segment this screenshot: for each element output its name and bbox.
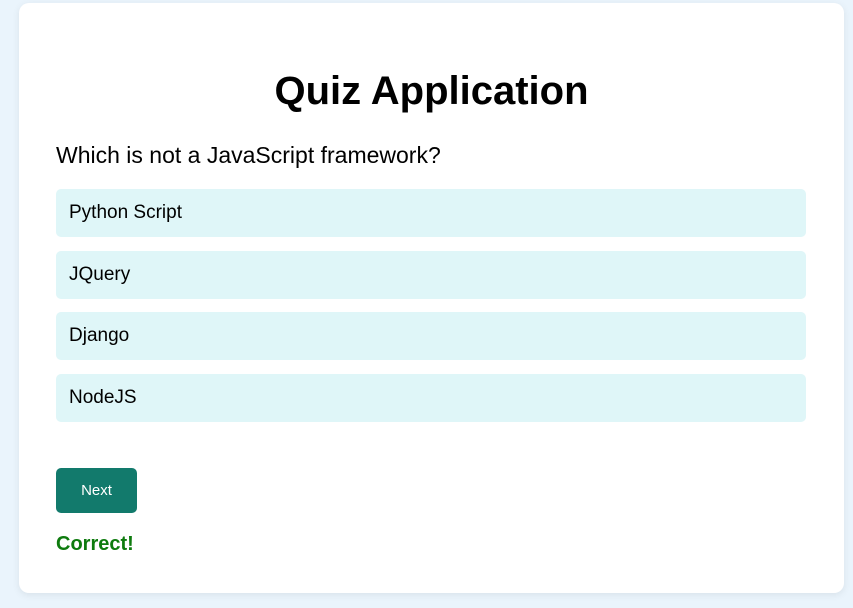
quiz-card: Quiz Application Which is not a JavaScri…	[19, 3, 844, 593]
answer-option-nodejs[interactable]: NodeJS	[56, 373, 806, 422]
question-text: Which is not a JavaScript framework?	[56, 142, 441, 168]
answer-options-list: Python Script JQuery Django NodeJS	[56, 189, 806, 435]
answer-option-python-script[interactable]: Python Script	[56, 189, 806, 237]
answer-option-jquery[interactable]: JQuery	[56, 250, 806, 299]
page-title: Quiz Application	[274, 69, 589, 113]
answer-option-django[interactable]: Django	[56, 312, 806, 360]
next-button[interactable]: Next	[56, 468, 137, 513]
result-message: Correct!	[56, 533, 134, 555]
